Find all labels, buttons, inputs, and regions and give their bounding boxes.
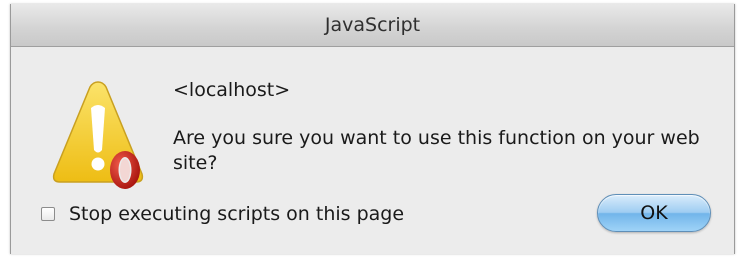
ok-button[interactable]: OK [597, 194, 711, 232]
javascript-alert-dialog: JavaScript <localhost> Are you sure you … [10, 4, 735, 254]
origin-label: <localhost> [173, 79, 291, 101]
stop-scripts-option[interactable]: Stop executing scripts on this page [41, 202, 404, 226]
title-bar[interactable]: JavaScript [11, 4, 734, 47]
opera-logo-icon [110, 151, 140, 189]
stop-scripts-label[interactable]: Stop executing scripts on this page [69, 203, 404, 225]
page: JavaScript <localhost> Are you sure you … [0, 0, 741, 260]
dialog-title: JavaScript [324, 14, 421, 36]
warning-icon [52, 81, 144, 189]
alert-message: Are you sure you want to use this functi… [173, 127, 700, 174]
stop-scripts-checkbox[interactable] [41, 207, 55, 221]
ok-button-label: OK [640, 202, 668, 224]
